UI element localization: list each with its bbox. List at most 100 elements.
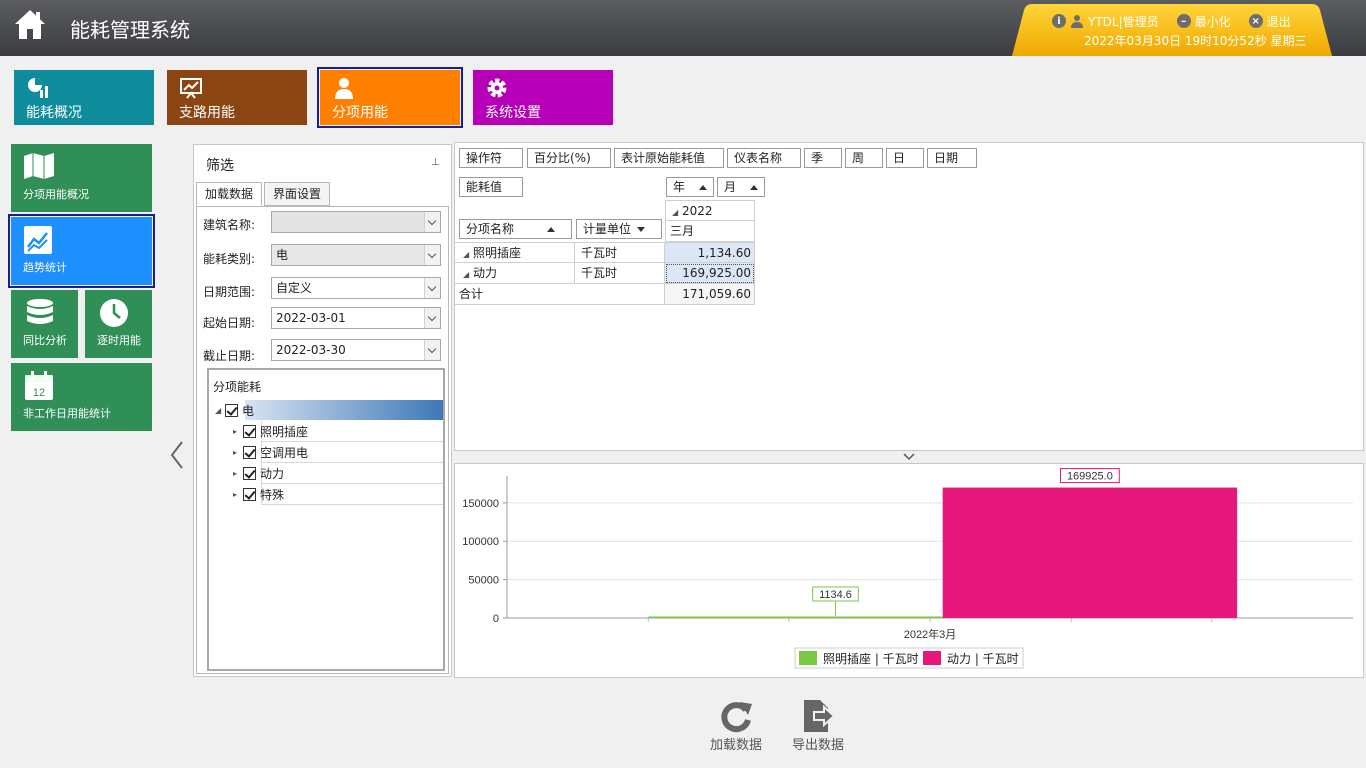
bar-chart-panel: 0 50000 100000 150000 1134.6 169925.0 2022年3月照… <box>454 463 1364 678</box>
user-icon <box>1070 14 1084 28</box>
module-branch-energy[interactable]: 支路用能 <box>167 70 307 125</box>
filter-tabs: 加载数据 界面设置 <box>196 182 332 206</box>
load-data-label: 加载数据 <box>709 738 762 753</box>
tile-label: 同比分析 <box>23 334 67 347</box>
energy-type-select[interactable]: 电 <box>271 244 441 266</box>
sort-asc-icon <box>750 185 758 190</box>
tree-node-power[interactable]: ▸ 动力 <box>233 463 284 483</box>
start-date-label: 起始日期: <box>203 315 256 330</box>
date-range-select[interactable]: 自定义 <box>271 277 441 299</box>
calendar-day: 12 <box>33 387 45 399</box>
data-label: 1134.6 <box>819 589 852 601</box>
export-data-button[interactable]: 导出数据 <box>788 698 848 758</box>
tile-label: 分项用能概况 <box>23 188 89 201</box>
collapse-icon[interactable]: ◢ <box>672 208 678 217</box>
tile-hourly-energy[interactable]: 逐时用能 <box>85 290 152 358</box>
data-cell-selected[interactable]: 169,925.00 <box>665 263 755 284</box>
checkbox[interactable] <box>243 445 256 459</box>
tree-node-root[interactable]: ◢ 电 <box>215 400 254 420</box>
module-energy-overview[interactable]: 能耗概况 <box>14 70 154 125</box>
collapse-icon[interactable]: ◢ <box>463 270 469 279</box>
data-cell[interactable]: 1,134.60 <box>665 242 755 263</box>
minimize-icon[interactable]: – <box>1176 14 1191 28</box>
checkbox[interactable] <box>243 424 256 438</box>
export-data-label: 导出数据 <box>791 738 844 753</box>
end-date-label: 截止日期: <box>203 348 256 363</box>
field-year[interactable]: 年 <box>666 177 714 197</box>
expand-icon[interactable]: ▸ <box>233 469 243 478</box>
pin-icon[interactable]: ⊥ <box>431 157 441 168</box>
legend-swatch <box>923 651 941 665</box>
minimize-button[interactable]: 最小化 <box>1195 13 1231 30</box>
tree-node-special[interactable]: ▸ 特殊 <box>233 484 284 504</box>
trend-chart-icon <box>24 226 52 254</box>
expand-icon[interactable]: ▸ <box>233 490 243 499</box>
splitter-chevron-down-icon[interactable] <box>454 451 1364 463</box>
tile-nonworkday-stats[interactable]: 12 非工作日用能统计 <box>11 363 152 431</box>
home-icon[interactable] <box>12 6 48 42</box>
map-icon <box>24 153 54 179</box>
tile-item-overview[interactable]: 分项用能概况 <box>11 144 152 212</box>
field-raw-meter-value[interactable]: 表计原始能耗值 <box>614 148 724 168</box>
field-operator[interactable]: 操作符 <box>459 148 523 168</box>
module-system-settings[interactable]: 系统设置 <box>473 70 613 125</box>
app-title: 能耗管理系统 <box>70 18 190 42</box>
field-item-name[interactable]: 分项名称 <box>459 219 572 239</box>
energy-type-label: 能耗类别: <box>203 251 256 266</box>
module-item-energy[interactable]: 分项用能 <box>317 67 463 128</box>
tree-node-hvac[interactable]: ▸ 空调用电 <box>233 442 308 462</box>
column-header-year[interactable]: ◢ 2022 <box>665 200 755 221</box>
tile-label: 趋势统计 <box>23 261 67 274</box>
checkbox[interactable] <box>243 487 256 501</box>
legend-label: 照明插座 | 千瓦时 <box>823 651 919 666</box>
field-unit[interactable]: 计量单位 <box>576 219 662 239</box>
chevron-left-icon[interactable] <box>168 440 186 470</box>
field-energy-value[interactable]: 能耗值 <box>459 177 523 197</box>
field-day[interactable]: 日 <box>886 148 924 168</box>
x-tick-label: 2022年3月 <box>904 627 957 641</box>
tab-ui-settings[interactable]: 界面设置 <box>264 182 331 206</box>
field-quarter[interactable]: 季 <box>804 148 842 168</box>
clock-icon <box>100 299 128 327</box>
tab-load-data[interactable]: 加载数据 <box>196 182 263 206</box>
row-header[interactable]: ◢ 动力 <box>455 263 575 284</box>
user-icon <box>335 78 353 99</box>
expand-icon[interactable]: ▸ <box>233 448 243 457</box>
tile-trend-stats[interactable]: 趋势统计 <box>8 214 155 288</box>
row-header[interactable]: ◢ 照明插座 <box>455 242 575 263</box>
y-tick-label: 150000 <box>462 498 499 510</box>
close-icon[interactable]: × <box>1248 14 1263 28</box>
module-label: 系统设置 <box>485 105 541 121</box>
field-date[interactable]: 日期 <box>927 148 977 168</box>
datetime: 2022年03月30日 19时10分52秒 星期三 <box>1084 34 1307 48</box>
checkbox[interactable] <box>225 403 238 417</box>
tree-node-lighting[interactable]: ▸ 照明插座 <box>233 421 308 441</box>
tab-body: 建筑名称: 能耗类别: 电 日期范围: 自定义 起始日期: 2022-03-01… <box>196 206 449 674</box>
field-meter-name[interactable]: 仪表名称 <box>727 148 801 168</box>
calendar-icon: 12 <box>25 371 53 400</box>
collapse-icon[interactable]: ◢ <box>463 250 469 259</box>
row-unit: 千瓦时 <box>575 263 665 284</box>
sort-asc-icon <box>699 185 707 190</box>
gear-icon <box>487 78 507 98</box>
building-select[interactable] <box>271 211 441 233</box>
module-label: 支路用能 <box>179 105 235 121</box>
end-date-picker[interactable]: 2022-03-30 <box>271 339 441 361</box>
info-icon[interactable]: i <box>1052 14 1066 28</box>
checkbox[interactable] <box>243 466 256 480</box>
legend-label: 动力 | 千瓦时 <box>947 652 1019 666</box>
chevron-down-icon <box>424 245 440 265</box>
column-header-month[interactable]: 三月 <box>665 221 755 242</box>
collapse-icon[interactable]: ◢ <box>215 406 225 415</box>
logout-button[interactable]: 退出 <box>1267 13 1291 30</box>
start-date-picker[interactable]: 2022-03-01 <box>271 307 441 329</box>
field-week[interactable]: 周 <box>845 148 883 168</box>
field-month[interactable]: 月 <box>717 177 765 197</box>
tile-yoy-analysis[interactable]: 同比分析 <box>11 290 78 358</box>
field-percentage[interactable]: 百分比(%) <box>527 148 611 168</box>
sort-asc-icon <box>547 227 555 232</box>
grand-total-value: 171,059.60 <box>665 284 755 305</box>
refresh-icon <box>721 702 752 733</box>
load-data-button[interactable]: 加载数据 <box>706 698 766 758</box>
expand-icon[interactable]: ▸ <box>233 427 243 436</box>
